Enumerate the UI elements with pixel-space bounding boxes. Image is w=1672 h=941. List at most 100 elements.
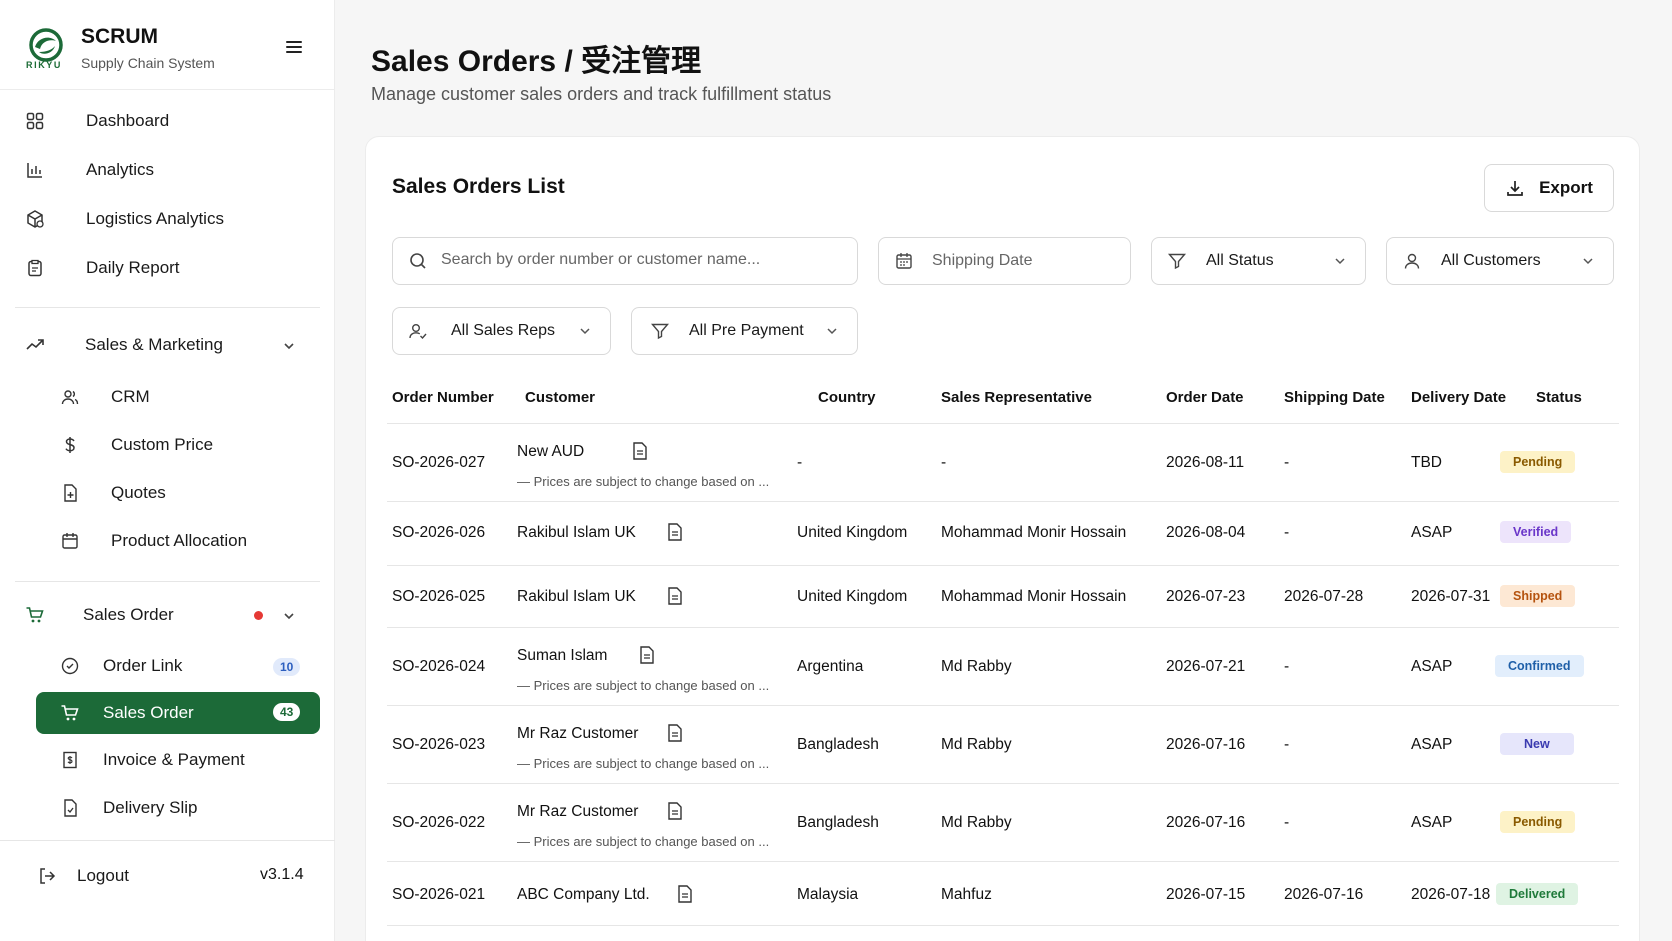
notification-dot xyxy=(254,611,263,620)
order-number[interactable]: SO-2026-022 xyxy=(392,814,485,832)
receipt-icon xyxy=(60,750,80,770)
logout-button[interactable]: Logout xyxy=(24,856,129,896)
logo-text: RIKYU xyxy=(26,60,63,70)
sales-rep: Mohammad Monir Hossain xyxy=(941,588,1127,605)
customers-filter-select[interactable]: All Customers xyxy=(1386,237,1614,285)
sidebar-divider xyxy=(15,307,320,308)
customers-filter-value: All Customers xyxy=(1441,252,1541,269)
sales-reps-filter-select[interactable]: All Sales Reps xyxy=(392,307,611,355)
sidebar-item-logistics-analytics[interactable]: Logistics Analytics xyxy=(24,199,224,239)
sidebar-item-label: Logistics Analytics xyxy=(86,209,224,228)
status-badge: Delivered xyxy=(1496,883,1579,905)
status-filter-value: All Status xyxy=(1206,252,1274,269)
document-icon[interactable] xyxy=(667,587,683,605)
column-header-customer[interactable]: Customer xyxy=(525,389,595,406)
table-row[interactable]: SO-2026-027 New AUD — Prices are subject… xyxy=(387,423,1619,501)
column-header-status[interactable]: Status xyxy=(1536,389,1582,406)
customer-name: Mr Raz Customer xyxy=(517,725,639,742)
column-header-delivery-date[interactable]: Delivery Date xyxy=(1411,389,1506,406)
country: Bangladesh xyxy=(797,736,879,753)
search-input[interactable] xyxy=(441,251,841,269)
sidebar-item-crm[interactable]: CRM xyxy=(60,377,150,417)
sidebar-item-product-allocation[interactable]: Product Allocation xyxy=(60,521,247,561)
order-date: 2026-07-16 xyxy=(1166,814,1246,831)
order-number[interactable]: SO-2026-025 xyxy=(392,588,485,606)
menu-toggle-icon[interactable] xyxy=(283,36,305,58)
sidebar-item-label: Product Allocation xyxy=(111,531,248,550)
table-row[interactable]: SO-2026-026 Rakibul Islam UK United King… xyxy=(387,501,1619,565)
sidebar-item-invoice-payment[interactable]: Invoice & Payment xyxy=(60,740,245,780)
order-number[interactable]: SO-2026-027 xyxy=(392,454,485,472)
sidebar-item-daily-report[interactable]: Daily Report xyxy=(24,248,180,288)
customer-note: — Prices are subject to change based on … xyxy=(517,834,770,849)
sidebar: RIKYU SCRUM Supply Chain System Dashboar… xyxy=(0,0,335,941)
table-row[interactable]: SO-2026-025 Rakibul Islam UK United King… xyxy=(387,565,1619,627)
column-header-order-date[interactable]: Order Date xyxy=(1166,389,1244,406)
column-header-order-number[interactable]: Order Number xyxy=(392,389,494,406)
pre-payment-filter-select[interactable]: All Pre Payment xyxy=(631,307,858,355)
table-row[interactable]: SO-2026-021 ABC Company Ltd. Malaysia Ma… xyxy=(387,861,1619,925)
document-icon[interactable] xyxy=(667,724,683,742)
status-badge: Confirmed xyxy=(1495,655,1584,677)
status-badge: New xyxy=(1500,733,1574,755)
order-date: 2026-07-23 xyxy=(1166,588,1246,605)
sidebar-item-dashboard[interactable]: Dashboard xyxy=(24,101,169,141)
document-icon[interactable] xyxy=(667,802,683,820)
status-filter-select[interactable]: All Status xyxy=(1151,237,1366,285)
shipping-date: - xyxy=(1284,454,1290,471)
sidebar-item-label: Sales Order xyxy=(103,703,194,722)
shipping-date: 2026-07-16 xyxy=(1284,886,1364,903)
sales-reps-filter-value: All Sales Reps xyxy=(451,322,556,339)
sidebar-item-order-link[interactable]: Order Link 10 xyxy=(60,646,310,686)
order-date: 2026-07-21 xyxy=(1166,658,1246,675)
column-header-country[interactable]: Country xyxy=(818,389,876,406)
delivery-date: ASAP xyxy=(1411,814,1453,831)
sales-rep: Mahfuz xyxy=(941,886,992,903)
sidebar-item-custom-price[interactable]: Custom Price xyxy=(60,425,213,465)
bar-chart-icon xyxy=(24,159,46,181)
sidebar-group-label: Sales Order xyxy=(83,605,174,624)
grid-icon xyxy=(24,110,46,132)
brand-header: RIKYU SCRUM Supply Chain System xyxy=(0,0,335,90)
customer-name: New AUD xyxy=(517,443,585,460)
file-icon xyxy=(60,798,80,818)
export-label: Export xyxy=(1539,178,1593,197)
status-badge: Pending xyxy=(1500,811,1576,833)
app-subtitle: Supply Chain System xyxy=(81,55,215,71)
column-header-shipping-date[interactable]: Shipping Date xyxy=(1284,389,1385,406)
document-icon[interactable] xyxy=(632,442,648,460)
table-row[interactable]: SO-2026-024 Suman Islam — Prices are sub… xyxy=(387,627,1619,705)
delivery-date: 2026-07-18 xyxy=(1411,886,1491,903)
table-row[interactable]: SO-2026-022 Mr Raz Customer — Prices are… xyxy=(387,783,1619,861)
chevron-down-icon xyxy=(1583,258,1593,265)
cart-icon xyxy=(24,604,46,626)
customer-name: Mr Raz Customer xyxy=(517,803,639,820)
sidebar-item-delivery-slip[interactable]: Delivery Slip xyxy=(60,788,197,828)
document-icon[interactable] xyxy=(677,885,693,903)
order-date: 2026-07-15 xyxy=(1166,886,1246,903)
sidebar-group-sales-marketing[interactable]: Sales & Marketing xyxy=(24,325,304,365)
order-number[interactable]: SO-2026-021 xyxy=(392,886,485,904)
table-bottom-border xyxy=(387,925,1619,926)
export-button[interactable]: Export xyxy=(1484,164,1614,212)
order-number[interactable]: SO-2026-023 xyxy=(392,736,485,754)
shipping-date-filter[interactable]: Shipping Date xyxy=(878,237,1131,285)
document-icon[interactable] xyxy=(639,646,655,664)
table-row[interactable]: SO-2026-023 Mr Raz Customer — Prices are… xyxy=(387,705,1619,783)
document-icon[interactable] xyxy=(667,523,683,541)
chevron-down-icon xyxy=(580,328,590,335)
order-number[interactable]: SO-2026-026 xyxy=(392,524,485,542)
sidebar-item-quotes[interactable]: Quotes xyxy=(60,473,166,513)
status-badge: Pending xyxy=(1500,451,1576,473)
order-date: 2026-08-04 xyxy=(1166,524,1246,541)
trending-up-icon xyxy=(24,334,46,356)
status-badge: Verified xyxy=(1500,521,1572,543)
column-header-sales-rep[interactable]: Sales Representative xyxy=(941,389,1092,406)
sidebar-item-sales-order-active[interactable]: Sales Order 43 xyxy=(36,692,320,734)
sidebar-item-analytics[interactable]: Analytics xyxy=(24,150,154,190)
customer-note: — Prices are subject to change based on … xyxy=(517,678,770,693)
order-number[interactable]: SO-2026-024 xyxy=(392,658,485,676)
customer-note: — Prices are subject to change based on … xyxy=(517,756,770,771)
pre-payment-filter-value: All Pre Payment xyxy=(689,322,804,339)
chevron-down-icon xyxy=(827,328,837,335)
